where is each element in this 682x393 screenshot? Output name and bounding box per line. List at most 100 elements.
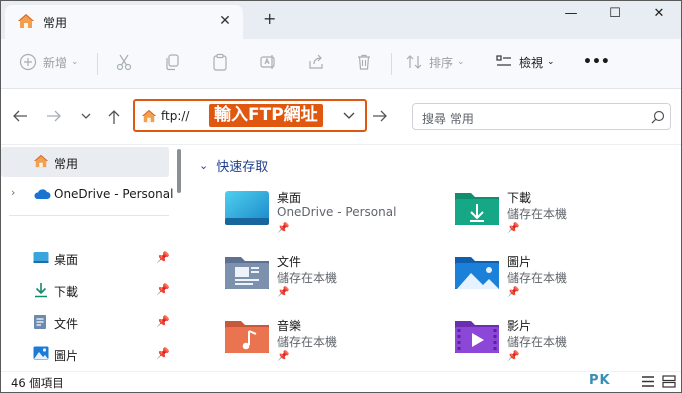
chevron-down-icon <box>81 113 91 119</box>
delete-button[interactable] <box>355 53 373 71</box>
pin-icon: 📌 <box>507 223 520 234</box>
chevron-down-icon <box>343 112 355 119</box>
share-button[interactable] <box>307 53 325 71</box>
sort-button[interactable]: 排序 ⌄ <box>405 53 465 71</box>
arrow-left-icon <box>13 110 27 122</box>
quick-access-item-desktop[interactable]: 桌面 OneDrive - Personal 📌 <box>223 187 453 243</box>
up-button[interactable] <box>105 109 123 125</box>
content-pane: ⌄ 快速存取 桌面 OneDrive - Personal 📌 下載 儲存在本機… <box>183 145 681 371</box>
pin-icon: 📌 <box>277 351 290 362</box>
status-bar: 46 個項目 PK <box>1 371 681 392</box>
item-location: OneDrive - Personal <box>277 205 397 219</box>
desktop-folder-icon <box>223 187 271 232</box>
close-window-button[interactable]: ✕ <box>649 6 669 22</box>
arrow-right-icon <box>373 110 387 122</box>
pin-icon[interactable]: 📌 <box>156 251 170 264</box>
recent-locations-button[interactable] <box>77 109 95 125</box>
pin-icon: 📌 <box>507 287 520 298</box>
quick-access-item-videos[interactable]: 影片 儲存在本機 📌 <box>453 315 681 371</box>
quick-access-item-documents[interactable]: 文件 儲存在本機 📌 <box>223 251 453 307</box>
tab-title: 常用 <box>43 16 68 30</box>
tiles-view-icon[interactable] <box>662 375 676 391</box>
rename-button[interactable] <box>259 53 277 71</box>
go-button[interactable] <box>371 108 391 126</box>
group-title: 快速存取 <box>216 160 269 175</box>
download-icon <box>33 282 49 301</box>
paste-button[interactable] <box>211 53 229 71</box>
pin-icon[interactable]: 📌 <box>156 315 170 328</box>
sidebar-item-documents[interactable]: 文件 📌 <box>1 307 170 337</box>
minimize-button[interactable]: — <box>561 6 581 22</box>
details-view-icon[interactable] <box>641 375 655 391</box>
quick-access-item-downloads[interactable]: 下載 儲存在本機 📌 <box>453 187 681 243</box>
search-input[interactable]: 搜尋 常用 <box>422 110 474 127</box>
sort-label: 排序 <box>429 55 454 70</box>
chevron-right-icon[interactable]: › <box>11 186 15 199</box>
plus-circle-icon <box>19 53 37 71</box>
quick-access-header[interactable]: ⌄ 快速存取 <box>199 156 268 175</box>
sidebar-item-onedrive[interactable]: › OneDrive - Personal <box>1 179 173 209</box>
home-icon <box>33 154 49 171</box>
tab-home[interactable]: 常用 ✕ <box>5 5 243 39</box>
copy-icon <box>163 53 181 71</box>
navigation-pane: 常用 › OneDrive - Personal 桌面 📌 下載 📌 文件 📌 … <box>1 145 179 371</box>
new-tab-button[interactable]: + <box>263 10 276 28</box>
forward-button[interactable] <box>45 109 63 125</box>
more-icon: ••• <box>583 54 610 70</box>
copy-button[interactable] <box>163 53 181 71</box>
sidebar-item-home[interactable]: 常用 <box>1 147 169 177</box>
chevron-down-icon: ⌄ <box>457 57 465 67</box>
watermark-logo: PK <box>589 373 611 388</box>
sidebar-item-label: 文件 <box>54 317 79 331</box>
maximize-button[interactable]: ☐ <box>605 6 625 22</box>
pin-icon: 📌 <box>277 223 290 234</box>
sort-icon <box>405 53 423 71</box>
new-button[interactable]: 新增 ⌄ <box>19 53 79 71</box>
view-button[interactable]: 檢視 ⌄ <box>495 53 555 71</box>
ftp-url-annotation: 輸入FTP網址 <box>209 104 323 127</box>
item-name: 圖片 <box>507 255 532 269</box>
home-icon <box>141 109 157 126</box>
divider <box>391 53 392 75</box>
pin-icon[interactable]: 📌 <box>156 283 170 296</box>
item-location: 儲存在本機 <box>507 271 568 285</box>
item-name: 下載 <box>507 191 532 205</box>
sidebar-item-desktop[interactable]: 桌面 📌 <box>1 243 170 273</box>
item-name: 文件 <box>277 255 302 269</box>
search-box[interactable]: 搜尋 常用 <box>412 103 671 130</box>
item-location: 儲存在本機 <box>507 207 568 221</box>
command-bar: 新增 ⌄ 排序 ⌄ 檢視 ⌄ ••• <box>1 39 681 89</box>
chevron-down-icon: ⌄ <box>547 57 555 67</box>
item-name: 影片 <box>507 319 532 333</box>
sidebar-item-downloads[interactable]: 下載 📌 <box>1 275 170 305</box>
delete-icon <box>355 53 373 71</box>
sidebar-item-label: 下載 <box>54 285 79 299</box>
cut-button[interactable] <box>115 53 133 71</box>
quick-access-item-music[interactable]: 音樂 儲存在本機 📌 <box>223 315 453 371</box>
file-explorer-window: 常用 ✕ + — ☐ ✕ 新增 ⌄ 排序 ⌄ 檢視 ⌄ ••• ftp:// 輸… <box>0 0 682 393</box>
pin-icon: 📌 <box>277 287 290 298</box>
item-name: 桌面 <box>277 191 302 205</box>
back-button[interactable] <box>11 109 29 125</box>
documents-folder-icon <box>223 251 271 296</box>
address-bar[interactable]: ftp:// 輸入FTP網址 <box>133 99 367 132</box>
sidebar-item-pictures[interactable]: 圖片 📌 <box>1 339 170 369</box>
pin-icon[interactable]: 📌 <box>156 347 170 360</box>
more-button[interactable]: ••• <box>583 54 610 70</box>
quick-access-item-pictures[interactable]: 圖片 儲存在本機 📌 <box>453 251 681 307</box>
paste-icon <box>211 53 229 71</box>
share-icon <box>307 53 325 71</box>
sidebar-scrollbar[interactable] <box>177 149 181 193</box>
address-input[interactable]: ftp:// <box>161 109 189 123</box>
sidebar-item-label: OneDrive - Personal <box>54 187 174 201</box>
downloads-folder-icon <box>453 187 501 232</box>
document-icon <box>33 314 47 333</box>
home-icon <box>17 13 35 32</box>
new-label: 新增 <box>43 55 68 70</box>
sidebar-item-label: 圖片 <box>54 349 79 363</box>
address-dropdown-button[interactable] <box>341 107 357 123</box>
sidebar-item-label: 常用 <box>54 157 79 171</box>
pictures-folder-icon <box>453 251 501 296</box>
cut-icon <box>115 53 133 71</box>
close-tab-icon[interactable]: ✕ <box>217 13 233 29</box>
